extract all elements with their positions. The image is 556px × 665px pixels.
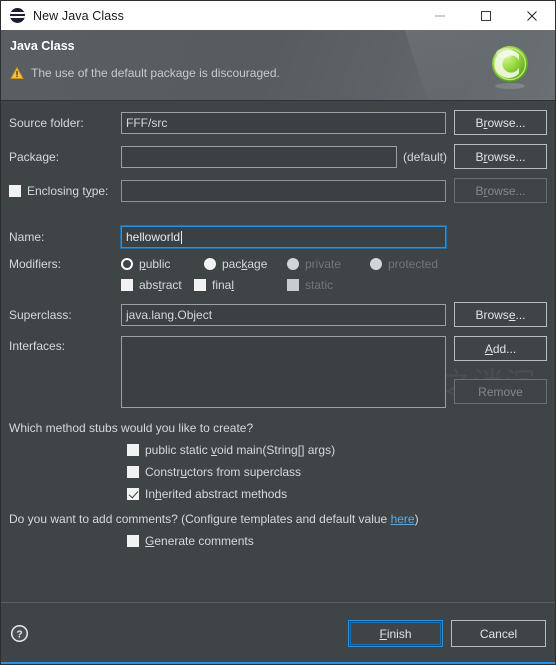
eclipse-sphere-icon (10, 8, 25, 23)
interfaces-label: Interfaces: (9, 339, 66, 353)
modifier-private-label: private (305, 257, 342, 271)
modifier-checkbox-abstract[interactable]: abstract (121, 278, 194, 292)
interfaces-row: Interfaces: Add... Remove (9, 336, 547, 408)
stub-constructors[interactable]: Constructors from superclass (127, 465, 547, 479)
cancel-button[interactable]: Cancel (451, 620, 546, 647)
footer-buttons: Finish Cancel (348, 620, 546, 647)
modifiers-label: Modifiers: (9, 257, 62, 271)
modifier-checkbox-static: static (287, 278, 333, 292)
new-java-class-dialog: New Java Class Java Class The use of the… (0, 0, 556, 665)
name-input[interactable]: helloworld (120, 225, 447, 249)
modifier-radio-public[interactable]: public (121, 257, 204, 271)
superclass-label: Superclass: (9, 307, 72, 322)
stub-main-method-label: public static void main(String[] args) (145, 443, 336, 457)
checkbox-final-icon[interactable] (194, 279, 206, 291)
radio-package-icon[interactable] (204, 258, 216, 270)
modifier-checkbox-final[interactable]: final (194, 278, 287, 292)
dialog-body: 意之消沉 Source folder: FFF/src Browse... Pa… (1, 101, 555, 602)
source-folder-browse-button[interactable]: Browse... (454, 110, 547, 135)
superclass-browse-button[interactable]: Browse... (454, 302, 547, 327)
package-default-tag: (default) (402, 149, 447, 164)
close-icon[interactable] (509, 1, 555, 30)
radio-private-icon (287, 258, 299, 270)
java-class-green-c-logo (492, 46, 528, 89)
configure-templates-link[interactable]: here (391, 512, 415, 526)
maximize-icon[interactable] (463, 1, 509, 30)
minimize-icon[interactable] (417, 1, 463, 30)
svg-text:?: ? (16, 629, 22, 640)
bottom-accent-strip (1, 662, 555, 664)
checkbox-abstract-icon[interactable] (121, 279, 133, 291)
interfaces-add-button[interactable]: Add... (454, 336, 547, 361)
modifier-final-label: final (212, 278, 235, 292)
modifier-radio-private: private (287, 257, 370, 271)
warning-triangle-icon (10, 66, 24, 79)
modifier-public-label: public (139, 257, 171, 271)
checkbox-inherited-abstract-icon[interactable] (127, 488, 139, 500)
interfaces-list[interactable] (121, 336, 446, 408)
comments-question-post: ) (414, 512, 419, 526)
stub-main-method[interactable]: public static void main(String[] args) (127, 443, 547, 457)
dialog-header: Java Class The use of the default packag… (1, 30, 555, 101)
source-folder-input[interactable]: FFF/src (121, 111, 446, 134)
modifier-protected-label: protected (388, 257, 439, 271)
name-label: Name: (9, 230, 45, 244)
window-controls (417, 1, 555, 30)
package-label: Package: (9, 149, 60, 164)
finish-button[interactable]: Finish (348, 620, 443, 647)
modifiers-row: Modifiers: public package private protec… (9, 257, 547, 271)
enclosing-type-browse-button: Browse... (454, 178, 547, 203)
checkbox-generate-comments-icon[interactable] (127, 535, 139, 547)
header-message-text: The use of the default package is discou… (31, 66, 280, 80)
modifier-static-label: static (305, 278, 334, 292)
checkbox-static-icon (287, 279, 299, 291)
checkbox-main-method-icon[interactable] (127, 444, 139, 456)
enclosing-type-label-group[interactable]: Enclosing type: (9, 184, 121, 198)
modifier-package-label: package (222, 257, 268, 271)
radio-public-icon[interactable] (121, 258, 133, 270)
source-folder-value: FFF/src (126, 115, 168, 130)
package-row: Package: (default) Browse... (9, 144, 547, 169)
stub-constructors-label: Constructors from superclass (145, 465, 302, 479)
name-row: Name: helloworld (9, 225, 547, 249)
comments-question: Do you want to add comments? (Configure … (9, 512, 547, 526)
modifier-radio-package[interactable]: package (204, 257, 287, 271)
superclass-row: Superclass: java.lang.Object Browse... (9, 302, 547, 327)
modifier-radio-protected: protected (370, 257, 438, 271)
modifier-abstract-label: abstract (139, 278, 182, 292)
page-title: Java Class (10, 39, 75, 53)
generate-comments-label: Generate comments (145, 534, 254, 548)
enclosing-type-checkbox[interactable] (9, 184, 21, 197)
name-value: helloworld (126, 230, 181, 244)
superclass-input[interactable]: java.lang.Object (121, 303, 446, 326)
enclosing-type-label: Enclosing type: (27, 183, 109, 198)
title-bar: New Java Class (1, 1, 555, 30)
package-browse-button[interactable]: Browse... (454, 144, 547, 169)
comments-question-pre: Do you want to add comments? (Configure … (9, 512, 391, 526)
stub-inherited-abstract[interactable]: Inherited abstract methods (127, 487, 547, 501)
window-title: New Java Class (33, 8, 125, 23)
generate-comments-option[interactable]: Generate comments (127, 534, 547, 548)
checkbox-constructors-icon[interactable] (127, 466, 139, 478)
enclosing-type-input[interactable] (121, 179, 446, 202)
interfaces-buttons: Add... Remove (446, 336, 547, 404)
radio-protected-icon (370, 258, 382, 270)
interfaces-remove-button: Remove (454, 379, 547, 404)
dialog-footer: ? Finish Cancel (1, 602, 555, 664)
stub-inherited-abstract-label: Inherited abstract methods (145, 487, 288, 501)
superclass-value: java.lang.Object (126, 307, 213, 322)
modifier-flags-row: abstract final static (9, 278, 547, 292)
package-input[interactable] (121, 145, 397, 168)
source-folder-row: Source folder: FFF/src Browse... (9, 110, 547, 135)
enclosing-type-row: Enclosing type: Browse... (9, 178, 547, 203)
method-stubs-question: Which method stubs would you like to cre… (9, 421, 254, 435)
header-message: The use of the default package is discou… (10, 66, 280, 80)
source-folder-label: Source folder: (9, 115, 84, 130)
text-caret (181, 230, 183, 244)
help-question-icon[interactable]: ? (10, 624, 29, 643)
title-bar-left: New Java Class (1, 8, 124, 23)
